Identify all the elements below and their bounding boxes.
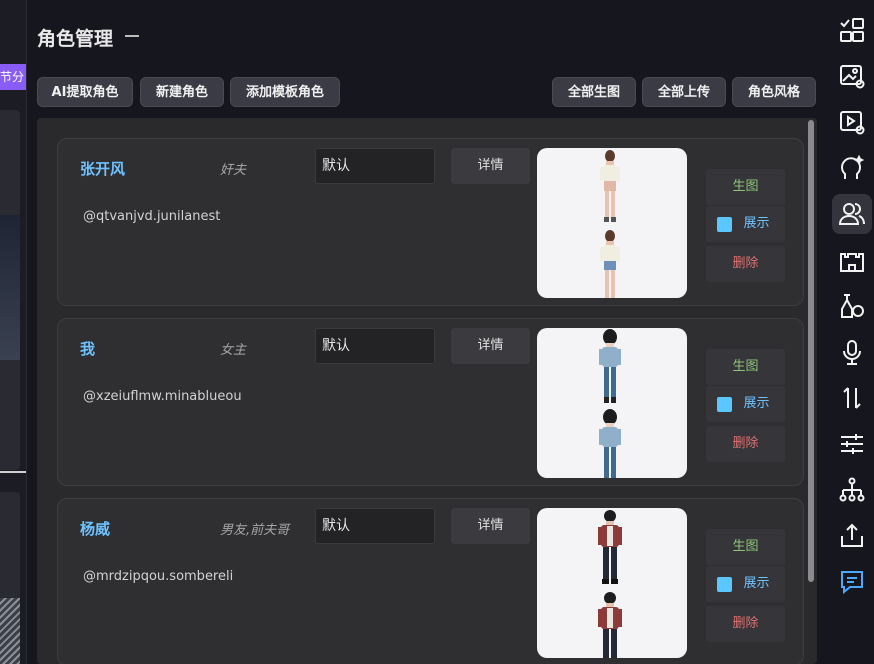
character-card: 杨威 男友,前夫哥 默认 详情 @mrdzipqou.sombereli 生图 … bbox=[57, 498, 804, 664]
style-select[interactable]: 默认 bbox=[315, 148, 435, 184]
props-icon[interactable] bbox=[832, 286, 872, 326]
sliders-icon[interactable] bbox=[832, 424, 872, 464]
castle-icon[interactable] bbox=[832, 240, 872, 280]
character-card: 张开风 奸夫 默认 详情 @qtvanjvd.junilanest 生图 展示 … bbox=[57, 138, 804, 306]
image-settings-icon[interactable] bbox=[832, 56, 872, 96]
left-panel-divider bbox=[0, 471, 26, 473]
character-card: 我 女主 默认 详情 @xzeiuflmw.minablueou 生图 展示 删… bbox=[57, 318, 804, 486]
upload-all-button[interactable]: 全部上传 bbox=[642, 77, 726, 107]
show-checkbox[interactable] bbox=[717, 397, 732, 412]
character-figure bbox=[600, 150, 620, 298]
delete-button[interactable]: 删除 bbox=[706, 246, 785, 282]
show-label: 展示 bbox=[743, 396, 770, 411]
right-toolbar bbox=[826, 0, 874, 664]
new-character-button[interactable]: 新建角色 bbox=[140, 77, 224, 107]
show-toggle[interactable]: 展示 bbox=[706, 386, 785, 422]
generate-button[interactable]: 生图 bbox=[706, 169, 785, 205]
left-panel: 节分 bbox=[0, 0, 27, 664]
character-role: 奸夫 bbox=[220, 163, 247, 178]
show-toggle[interactable]: 展示 bbox=[706, 206, 785, 242]
character-figure bbox=[598, 510, 622, 658]
page-title: 角色管理 bbox=[37, 28, 114, 50]
scrollbar-thumb[interactable] bbox=[808, 120, 814, 582]
video-settings-icon[interactable] bbox=[832, 102, 872, 142]
generate-button[interactable]: 生图 bbox=[706, 529, 785, 565]
layout-grid-icon[interactable] bbox=[832, 10, 872, 50]
left-panel-image bbox=[0, 215, 20, 360]
chat-icon[interactable] bbox=[832, 562, 872, 602]
style-select[interactable]: 默认 bbox=[315, 508, 435, 544]
sort-arrows-icon[interactable] bbox=[832, 378, 872, 418]
character-image[interactable] bbox=[537, 328, 687, 478]
character-name[interactable]: 杨威 bbox=[80, 518, 110, 539]
character-image[interactable] bbox=[537, 508, 687, 658]
show-checkbox[interactable] bbox=[717, 577, 732, 592]
character-image[interactable] bbox=[537, 148, 687, 298]
detail-button[interactable]: 详情 bbox=[451, 328, 530, 364]
ai-head-icon[interactable] bbox=[832, 148, 872, 188]
character-figure bbox=[599, 329, 621, 478]
list-scrollbar[interactable] bbox=[807, 118, 815, 664]
show-checkbox[interactable] bbox=[717, 217, 732, 232]
character-name[interactable]: 我 bbox=[80, 338, 95, 359]
detail-button[interactable]: 详情 bbox=[451, 508, 530, 544]
show-toggle[interactable]: 展示 bbox=[706, 566, 785, 602]
add-template-button[interactable]: 添加模板角色 bbox=[230, 77, 340, 107]
upload-icon[interactable] bbox=[832, 516, 872, 556]
hierarchy-icon[interactable] bbox=[832, 470, 872, 510]
character-handle: @mrdzipqou.sombereli bbox=[83, 569, 234, 584]
left-panel-image bbox=[0, 598, 20, 664]
character-handle: @xzeiuflmw.minablueou bbox=[83, 389, 242, 404]
character-handle: @qtvanjvd.junilanest bbox=[83, 209, 221, 224]
ai-extract-button[interactable]: AI提取角色 bbox=[37, 77, 133, 107]
character-list: 张开风 奸夫 默认 详情 @qtvanjvd.junilanest 生图 展示 … bbox=[37, 118, 817, 664]
character-name[interactable]: 张开风 bbox=[80, 158, 125, 179]
microphone-icon[interactable] bbox=[832, 332, 872, 372]
character-style-button[interactable]: 角色风格 bbox=[732, 77, 816, 107]
delete-button[interactable]: 删除 bbox=[706, 426, 785, 462]
character-role: 女主 bbox=[220, 343, 247, 358]
collapse-icon[interactable] bbox=[125, 35, 139, 37]
users-icon[interactable] bbox=[832, 194, 872, 234]
character-role: 男友,前夫哥 bbox=[220, 523, 290, 538]
show-label: 展示 bbox=[743, 216, 770, 231]
generate-button[interactable]: 生图 bbox=[706, 349, 785, 385]
left-panel-tag[interactable]: 节分 bbox=[0, 64, 26, 90]
generate-all-button[interactable]: 全部生图 bbox=[552, 77, 636, 107]
show-label: 展示 bbox=[743, 576, 770, 591]
detail-button[interactable]: 详情 bbox=[451, 148, 530, 184]
delete-button[interactable]: 删除 bbox=[706, 606, 785, 642]
style-select[interactable]: 默认 bbox=[315, 328, 435, 364]
